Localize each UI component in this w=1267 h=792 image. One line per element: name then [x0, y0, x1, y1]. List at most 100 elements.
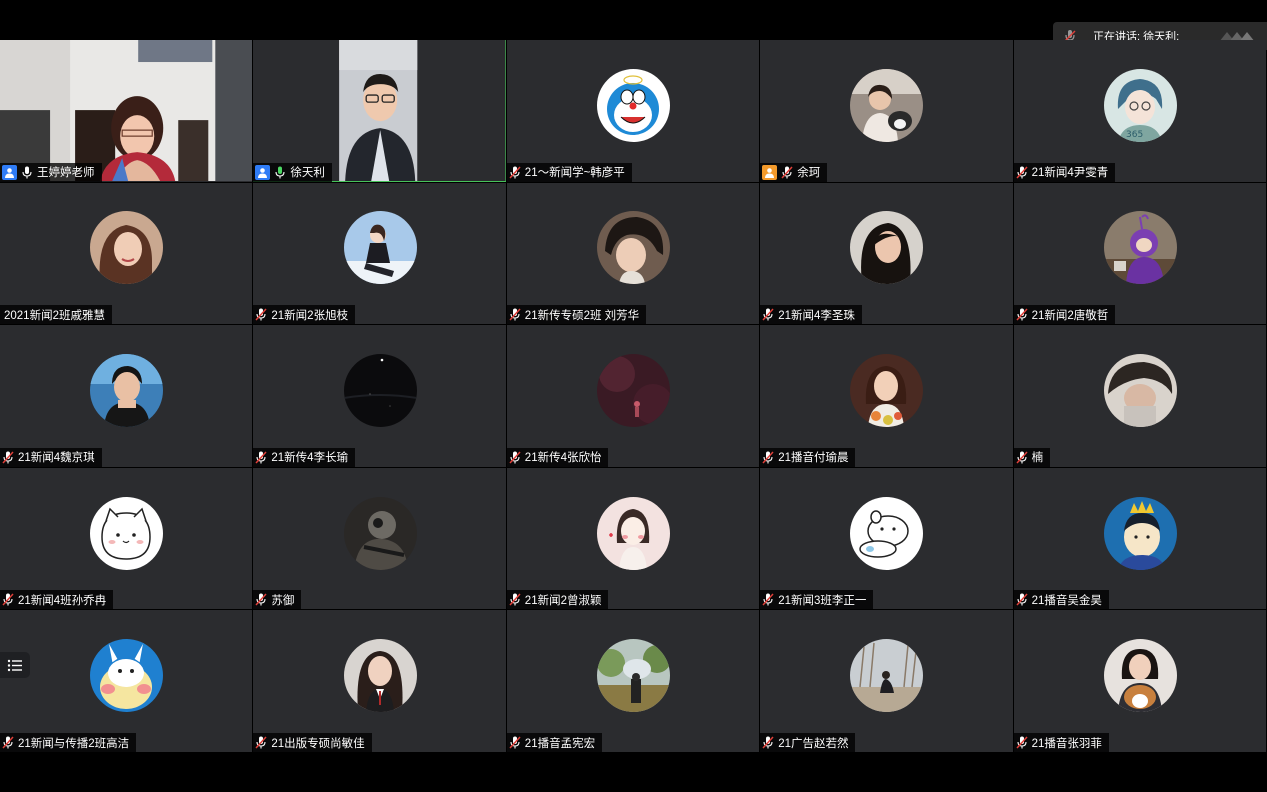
avatar — [343, 211, 417, 285]
name-label: 21播音张羽菲 — [1013, 733, 1109, 752]
mic-muted-icon — [781, 166, 793, 179]
avatar — [343, 496, 417, 570]
participant-tile[interactable]: 21出版专硕尚敏佳 — [253, 610, 506, 752]
name-label: 余珂 — [760, 162, 828, 182]
participant-tile[interactable]: 21新闻与传播2班高洁 — [0, 610, 253, 752]
mic-muted-icon — [509, 166, 521, 179]
name-label: 21新闻4尹雯青 — [1013, 162, 1116, 182]
participant-tile[interactable]: 21新闻4班孙乔冉 — [0, 467, 253, 610]
avatar: 365 — [1103, 68, 1177, 142]
participant-tile[interactable]: 21新闻4魏京琪 — [0, 325, 253, 467]
participant-tile[interactable]: 21新传4张欣怡 — [506, 325, 760, 467]
mic-muted-icon — [2, 451, 14, 464]
mic-muted-icon — [762, 593, 774, 606]
participant-tile[interactable]: 余珂 — [760, 40, 1013, 182]
cohost-icon — [255, 164, 271, 180]
mic-muted-icon — [1016, 593, 1028, 606]
participant-tile[interactable]: 王婷婷老师 — [0, 40, 253, 182]
avatar — [850, 211, 924, 285]
name-label: 21新传4李长瑜 — [253, 447, 356, 467]
name-label: 21～新闻学~韩彦平 — [506, 162, 632, 182]
avatar — [596, 68, 670, 142]
avatar — [850, 639, 924, 713]
participant-tile[interactable]: 21新闻2张旭枝 — [253, 182, 506, 325]
name-label: 徐天利 — [253, 162, 332, 182]
mic-muted-icon — [762, 308, 774, 321]
participant-tile[interactable]: 21播音吴金昊 — [1013, 467, 1266, 610]
avatar — [596, 639, 670, 713]
avatar — [1103, 639, 1177, 713]
mic-active-icon — [274, 166, 286, 179]
mic-muted-icon — [762, 736, 774, 749]
name-label: 21播音吴金昊 — [1013, 590, 1109, 610]
participant-tile[interactable]: 苏御 — [253, 467, 506, 610]
svg-text:365: 365 — [1126, 130, 1143, 140]
mic-muted-icon — [255, 593, 267, 606]
participant-tile[interactable]: 21新闻2曾淑颖 — [506, 467, 760, 610]
participant-name: 21新传4张欣怡 — [524, 452, 602, 465]
avatar — [90, 639, 164, 713]
mic-muted-icon — [255, 736, 267, 749]
name-label: 21出版专硕尚敏佳 — [253, 733, 372, 752]
participant-tile[interactable]: 365 21新闻4尹雯青 — [1013, 40, 1266, 182]
name-label: 21广告赵若然 — [760, 733, 856, 752]
participant-name: 楠 — [1031, 452, 1044, 465]
avatar — [90, 353, 164, 427]
avatar — [596, 211, 670, 285]
avatar — [596, 496, 670, 570]
participant-name: 21新闻4尹雯青 — [1031, 167, 1109, 180]
name-label: 21新闻4魏京琪 — [0, 447, 102, 467]
participant-name: 余珂 — [797, 167, 821, 180]
participant-tile[interactable]: 21新闻3班李正一 — [760, 467, 1013, 610]
name-label: 21新闻4班孙乔冉 — [0, 590, 114, 610]
participant-tile[interactable]: 21广告赵若然 — [760, 610, 1013, 752]
participant-name: 21播音张羽菲 — [1031, 737, 1102, 750]
participant-name: 21播音付瑜晨 — [778, 452, 849, 465]
participant-name: 21播音吴金昊 — [1031, 594, 1102, 607]
participant-tile[interactable]: 21新闻4李圣珠 — [760, 182, 1013, 325]
participant-tile-active-speaker[interactable]: 徐天利 — [253, 40, 506, 182]
avatar — [90, 211, 164, 285]
participant-tile[interactable]: 21新闻2唐敬哲 — [1013, 182, 1266, 325]
mic-muted-icon — [1016, 451, 1028, 464]
name-label: 21新闻与传播2班高洁 — [0, 733, 137, 752]
participant-video — [253, 40, 506, 182]
participant-name: 21广告赵若然 — [778, 737, 849, 750]
participant-video — [0, 40, 253, 182]
participant-tile[interactable]: 21播音孟宪宏 — [506, 610, 760, 752]
participant-name: 21新闻与传播2班高洁 — [18, 737, 130, 750]
avatar — [343, 639, 417, 713]
participant-tile[interactable]: 21～新闻学~韩彦平 — [506, 40, 760, 182]
participant-tile[interactable]: 楠 — [1013, 325, 1266, 467]
participant-tile[interactable]: 21新传4李长瑜 — [253, 325, 506, 467]
participant-list-button[interactable] — [0, 652, 30, 678]
participant-name: 21新传专硕2班 刘芳华 — [524, 309, 640, 322]
participant-tile[interactable]: 21播音张羽菲 — [1013, 610, 1266, 752]
mic-muted-icon — [255, 308, 267, 321]
name-label: 21播音付瑜晨 — [760, 447, 856, 467]
avatar — [596, 353, 670, 427]
avatar — [1103, 353, 1177, 427]
avatar — [850, 353, 924, 427]
mic-muted-icon — [509, 451, 521, 464]
avatar — [850, 68, 924, 142]
name-label: 楠 — [1013, 447, 1051, 467]
participant-name: 苏御 — [271, 594, 295, 607]
mic-muted-icon — [762, 451, 774, 464]
mic-muted-icon — [509, 593, 521, 606]
user-orange-icon — [762, 164, 778, 180]
name-label: 21新传专硕2班 刘芳华 — [506, 305, 647, 325]
avatar — [1103, 211, 1177, 285]
participant-tile[interactable]: 21新传专硕2班 刘芳华 — [506, 182, 760, 325]
name-label: 王婷婷老师 — [0, 162, 102, 182]
participant-name: 21新闻2唐敬哲 — [1031, 309, 1109, 322]
name-label: 2021新闻2班戚雅慧 — [0, 305, 112, 325]
participant-tile[interactable]: 2021新闻2班戚雅慧 — [0, 182, 253, 325]
participant-tile[interactable]: 21播音付瑜晨 — [760, 325, 1013, 467]
name-label: 21新闻2唐敬哲 — [1013, 305, 1116, 325]
participant-name: 21出版专硕尚敏佳 — [271, 737, 365, 750]
participant-name: 徐天利 — [290, 167, 325, 180]
participant-name: 21新闻4班孙乔冉 — [18, 594, 107, 607]
mic-muted-icon — [255, 451, 267, 464]
name-label: 21新闻3班李正一 — [760, 590, 874, 610]
